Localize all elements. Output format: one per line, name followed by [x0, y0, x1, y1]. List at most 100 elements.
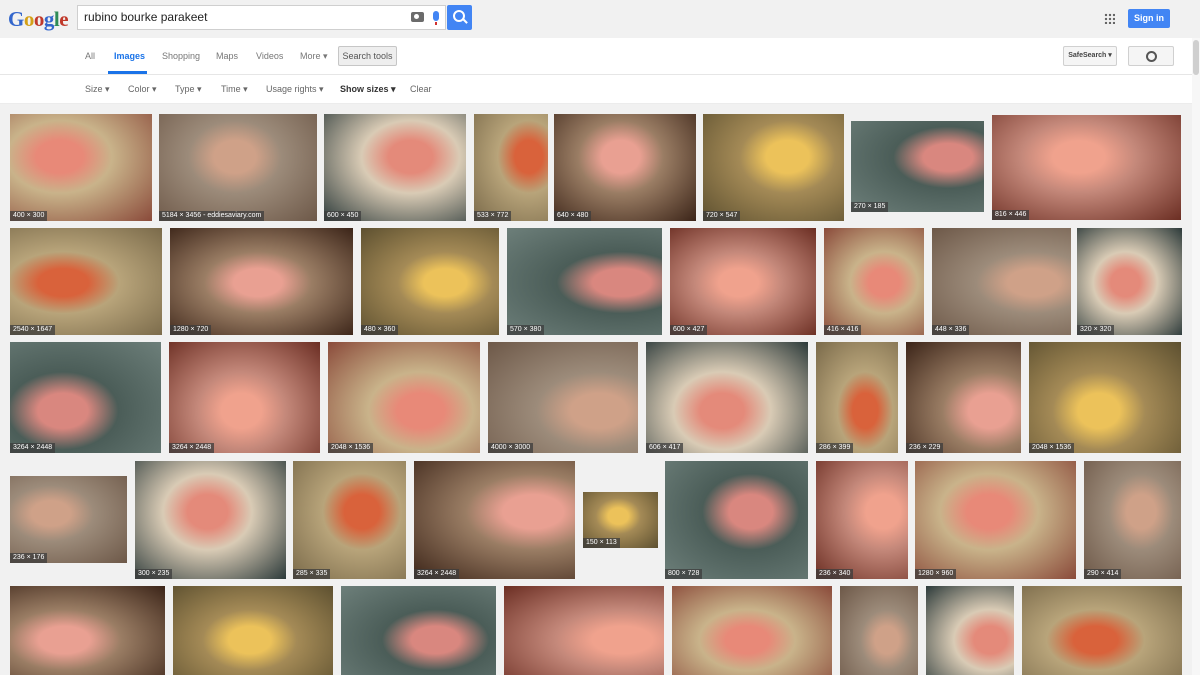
image-result-thumbnail[interactable]: 400 × 300 [10, 114, 152, 221]
image-dimensions-label: 2540 × 1647 [10, 325, 56, 335]
image-dimensions-label: 416 × 416 [824, 325, 862, 335]
image-dimensions-label: 5184 × 3456 - eddiesaviary.com [159, 211, 265, 221]
image-result-thumbnail[interactable] [341, 586, 496, 675]
image-result-thumbnail[interactable]: 1280 × 720 [170, 228, 353, 335]
image-result-thumbnail[interactable] [1022, 586, 1182, 675]
logo-letter: o [23, 7, 35, 31]
search-input[interactable] [84, 10, 384, 24]
image-results-grid: 400 × 300 5184 × 3456 - eddiesaviary.com 6… [0, 104, 1192, 675]
image-result-thumbnail[interactable]: 4000 × 3000 [488, 342, 638, 453]
settings-button[interactable] [1128, 46, 1174, 66]
image-result-thumbnail[interactable]: 600 × 450 [324, 114, 466, 221]
image-dimensions-label: 3264 × 2448 [414, 569, 460, 579]
image-result-thumbnail[interactable]: 533 × 772 [474, 114, 548, 221]
image-dimensions-label: 236 × 229 [906, 443, 944, 453]
image-result-thumbnail[interactable] [504, 586, 664, 675]
image-dimensions-label: 640 × 480 [554, 211, 592, 221]
filter-clear[interactable]: Clear [410, 84, 432, 94]
page-scrollbar[interactable] [1192, 38, 1200, 675]
image-dimensions-label: 236 × 176 [10, 553, 48, 563]
tab-maps[interactable]: Maps [216, 51, 238, 61]
image-result-thumbnail[interactable]: 3264 × 2448 [169, 342, 320, 453]
image-result-thumbnail[interactable]: 480 × 360 [361, 228, 499, 335]
image-result-thumbnail[interactable]: 720 × 547 [703, 114, 844, 221]
tab-shopping[interactable]: Shopping [162, 51, 200, 61]
image-dimensions-label: 480 × 360 [361, 325, 399, 335]
image-result-thumbnail[interactable]: 270 × 185 [851, 121, 984, 212]
search-button[interactable] [447, 5, 472, 30]
logo-letter: e [59, 7, 69, 31]
image-result-thumbnail[interactable]: 570 × 380 [507, 228, 662, 335]
filter-type[interactable]: Type ▾ [175, 84, 202, 95]
image-result-thumbnail[interactable]: 2048 × 1536 [328, 342, 480, 453]
image-result-thumbnail[interactable]: 236 × 340 [816, 461, 908, 579]
image-dimensions-label: 236 × 340 [816, 569, 854, 579]
image-dimensions-label: 3264 × 2448 [169, 443, 215, 453]
safesearch-button[interactable]: SafeSearch ▾ [1063, 46, 1117, 66]
image-result-thumbnail[interactable]: 236 × 229 [906, 342, 1021, 453]
image-result-thumbnail[interactable]: 320 × 320 [1077, 228, 1182, 335]
image-result-thumbnail[interactable]: 2540 × 1647 [10, 228, 162, 335]
tab-videos[interactable]: Videos [256, 51, 283, 61]
gear-icon [1146, 51, 1157, 62]
image-dimensions-label: 533 × 772 [474, 211, 512, 221]
tab-images[interactable]: Images [114, 51, 145, 61]
logo-letter: g [43, 7, 55, 31]
image-result-thumbnail[interactable] [173, 586, 333, 675]
image-dimensions-label: 270 × 185 [851, 202, 889, 212]
search-tools-button[interactable]: Search tools [338, 46, 397, 66]
search-box[interactable] [77, 5, 446, 30]
image-dimensions-label: 606 × 417 [646, 443, 684, 453]
image-result-thumbnail[interactable]: 150 × 113 [583, 492, 658, 548]
filter-color[interactable]: Color ▾ [128, 84, 157, 95]
image-result-thumbnail[interactable]: 285 × 335 [293, 461, 406, 579]
image-result-thumbnail[interactable] [840, 586, 918, 675]
image-dimensions-label: 1280 × 960 [915, 569, 957, 579]
image-result-thumbnail[interactable]: 448 × 336 [932, 228, 1071, 335]
image-result-thumbnail[interactable]: 290 × 414 [1084, 461, 1181, 579]
image-dimensions-label: 400 × 300 [10, 211, 48, 221]
image-dimensions-label: 800 × 728 [665, 569, 703, 579]
tab-more[interactable]: More ▾ [300, 51, 328, 62]
image-result-thumbnail[interactable]: 3264 × 2448 [10, 342, 161, 453]
camera-icon[interactable] [411, 12, 424, 22]
filter-usage-rights[interactable]: Usage rights ▾ [266, 84, 324, 95]
image-result-thumbnail[interactable] [672, 586, 832, 675]
tab-all[interactable]: All [85, 51, 95, 61]
image-dimensions-label: 4000 × 3000 [488, 443, 534, 453]
image-dimensions-label: 320 × 320 [1077, 325, 1115, 335]
filter-time[interactable]: Time ▾ [221, 84, 248, 95]
image-result-thumbnail[interactable]: 816 × 446 [992, 115, 1181, 220]
image-dimensions-label: 286 × 399 [816, 443, 854, 453]
image-result-thumbnail[interactable] [10, 586, 165, 675]
image-result-thumbnail[interactable]: 2048 × 1536 [1029, 342, 1181, 453]
image-dimensions-label: 3264 × 2448 [10, 443, 56, 453]
apps-grid-icon[interactable] [1104, 13, 1115, 24]
image-result-thumbnail[interactable]: 300 × 235 [135, 461, 286, 579]
image-result-thumbnail[interactable]: 600 × 427 [670, 228, 816, 335]
image-result-thumbnail[interactable]: 800 × 728 [665, 461, 808, 579]
image-dimensions-label: 150 × 113 [583, 538, 620, 548]
image-result-thumbnail[interactable]: 1280 × 960 [915, 461, 1076, 579]
image-dimensions-label: 1280 × 720 [170, 325, 212, 335]
image-result-thumbnail[interactable] [926, 586, 1014, 675]
image-result-thumbnail[interactable]: 416 × 416 [824, 228, 924, 335]
filter-size[interactable]: Size ▾ [85, 84, 110, 95]
image-result-thumbnail[interactable]: 3264 × 2448 [414, 461, 575, 579]
image-dimensions-label: 720 × 547 [703, 211, 741, 221]
image-dimensions-label: 570 × 380 [507, 325, 545, 335]
google-logo[interactable]: Google [8, 7, 69, 32]
image-dimensions-label: 448 × 336 [932, 325, 970, 335]
image-dimensions-label: 300 × 235 [135, 569, 173, 579]
top-bar: Google Sign in [0, 0, 1200, 38]
image-dimensions-label: 600 × 427 [670, 325, 708, 335]
image-result-thumbnail[interactable]: 5184 × 3456 - eddiesaviary.com [159, 114, 317, 221]
scrollbar-thumb[interactable] [1193, 40, 1199, 75]
filter-show-sizes[interactable]: Show sizes ▾ [340, 84, 396, 95]
sign-in-button[interactable]: Sign in [1128, 9, 1170, 28]
image-result-thumbnail[interactable]: 236 × 176 [10, 476, 127, 563]
microphone-icon[interactable] [433, 11, 439, 25]
image-result-thumbnail[interactable]: 606 × 417 [646, 342, 808, 453]
image-result-thumbnail[interactable]: 286 × 399 [816, 342, 898, 453]
image-result-thumbnail[interactable]: 640 × 480 [554, 114, 696, 221]
